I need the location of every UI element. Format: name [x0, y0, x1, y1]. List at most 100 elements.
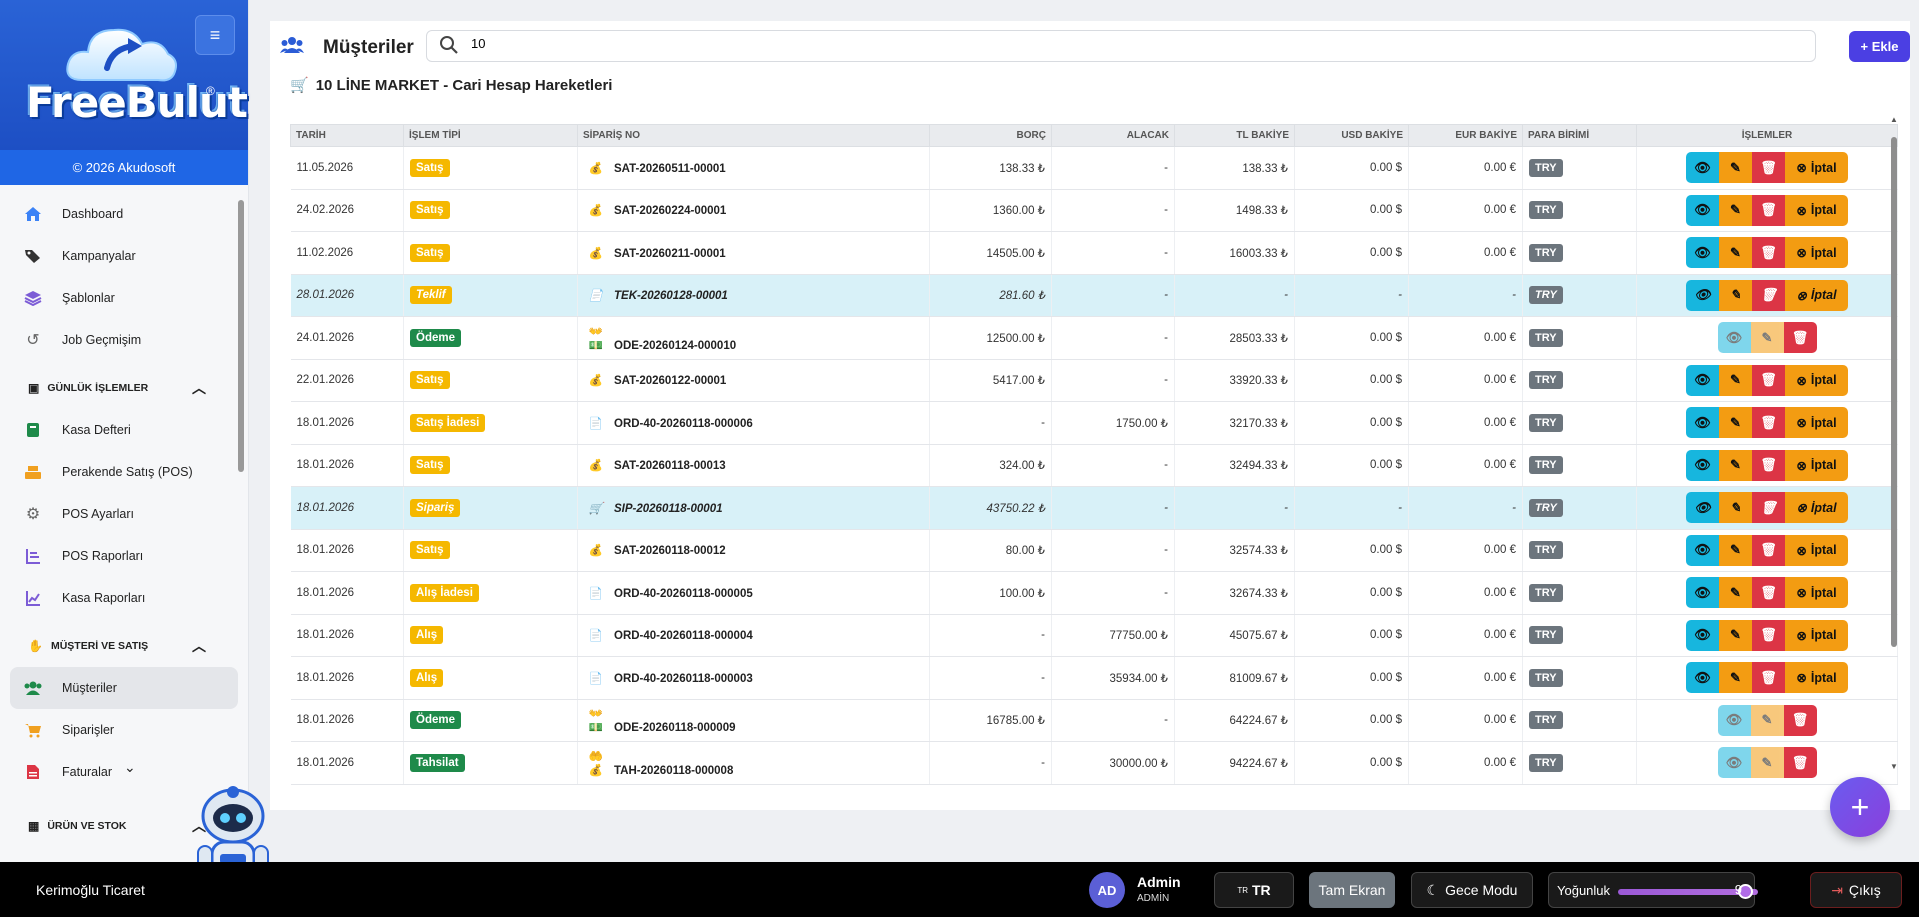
section-musteri-ve-satis[interactable]: ✋ MÜŞTERİ VE SATIŞ ︿ — [0, 625, 248, 667]
view-button[interactable]: 👁 — [1686, 407, 1719, 439]
view-button[interactable]: 👁 — [1717, 704, 1751, 736]
menu-toggle-button[interactable]: ≡ — [195, 15, 235, 55]
order-number[interactable]: ORD-40-20260118-000006 — [614, 418, 753, 430]
sidebar-item-sablonlar[interactable]: Şablonlar — [10, 277, 238, 319]
sidebar-item-kampanyalar[interactable]: Kampanyalar — [10, 235, 238, 277]
scrollbar-thumb[interactable] — [1891, 137, 1897, 647]
col-header[interactable]: EUR BAKİYE — [1408, 124, 1523, 147]
search-input[interactable] — [471, 36, 1771, 51]
edit-button[interactable]: ✎ — [1719, 577, 1752, 609]
chevron-down-icon[interactable]: ⌄ — [124, 759, 136, 776]
avatar[interactable]: AD — [1089, 872, 1125, 908]
view-button[interactable]: 👁 — [1686, 152, 1719, 184]
table-row[interactable]: 18.01.2026 Alış İadesi 📄 ORD-40-20260118-00… — [290, 571, 1898, 615]
cancel-button[interactable]: ⊗ İptal — [1785, 577, 1848, 609]
table-row[interactable]: 18.01.2026 Satış 💰 SAT-20260118-00013 324.00… — [290, 444, 1898, 487]
col-header[interactable]: USD BAKİYE — [1294, 124, 1409, 147]
delete-button[interactable]: 🗑 — [1752, 407, 1785, 439]
delete-button[interactable]: 🗑 — [1752, 237, 1785, 269]
order-number[interactable]: TAH-20260118-000008 — [614, 765, 733, 777]
cancel-button[interactable]: ⊗ İptal — [1785, 619, 1848, 651]
edit-button[interactable]: ✎ — [1719, 662, 1752, 694]
sidebar-item-kasa-raporlari[interactable]: Kasa Raporları — [10, 577, 238, 619]
delete-button[interactable]: 🗑 — [1752, 662, 1785, 694]
edit-button[interactable]: ✎ — [1750, 322, 1784, 354]
delete-button[interactable]: 🗑 — [1752, 534, 1785, 566]
order-number[interactable]: SAT-20260224-00001 — [614, 205, 726, 217]
cancel-button[interactable]: ⊗ İptal — [1785, 449, 1848, 481]
sidebar-item-pos-raporlari[interactable]: POS Raporları — [10, 535, 238, 577]
order-number[interactable]: ODE-20260118-000009 — [614, 722, 736, 734]
cancel-button[interactable]: ⊗ İptal — [1785, 194, 1848, 226]
language-select[interactable]: TR TR — [1214, 872, 1294, 908]
delete-button[interactable]: 🗑 — [1783, 704, 1817, 736]
edit-button[interactable]: ✎ — [1750, 747, 1784, 779]
sidebar-item-job-gecmisim[interactable]: ↺ Job Geçmişim — [10, 319, 238, 361]
logout-button[interactable]: ⇥ Çıkış — [1810, 872, 1902, 908]
add-button[interactable]: + Ekle — [1849, 31, 1910, 62]
edit-button[interactable]: ✎ — [1719, 534, 1752, 566]
edit-button[interactable]: ✎ — [1719, 152, 1752, 184]
sidebar-item-dashboard[interactable]: Dashboard — [10, 193, 238, 235]
edit-button[interactable]: ✎ — [1719, 237, 1752, 269]
order-number[interactable]: SAT-20260118-00012 — [614, 545, 726, 557]
cancel-button[interactable]: ⊗ İptal — [1785, 492, 1848, 524]
user-info[interactable]: AD Admin ADMİN — [1089, 872, 1181, 908]
delete-button[interactable]: 🗑 — [1783, 322, 1817, 354]
scroll-up-icon[interactable]: ▲ — [1890, 115, 1898, 124]
edit-button[interactable]: ✎ — [1750, 704, 1784, 736]
cancel-button[interactable]: ⊗ İptal — [1785, 534, 1848, 566]
col-header[interactable]: TARİH — [290, 124, 404, 147]
view-button[interactable]: 👁 — [1686, 364, 1719, 396]
table-row[interactable]: 18.01.2026 Tahsilat 🤲💰 TAH-20260118-000008 -… — [290, 741, 1898, 785]
cancel-button[interactable]: ⊗ İptal — [1785, 152, 1848, 184]
order-number[interactable]: SAT-20260122-00001 — [614, 375, 726, 387]
view-button[interactable]: 👁 — [1717, 747, 1751, 779]
order-number[interactable]: SAT-20260211-00001 — [614, 248, 726, 260]
delete-button[interactable]: 🗑 — [1752, 449, 1785, 481]
view-button[interactable]: 👁 — [1686, 534, 1719, 566]
edit-button[interactable]: ✎ — [1719, 364, 1752, 396]
floating-add-button[interactable]: + — [1830, 777, 1890, 837]
edit-button[interactable]: ✎ — [1719, 407, 1752, 439]
delete-button[interactable]: 🗑 — [1752, 194, 1785, 226]
table-row[interactable]: 18.01.2026 Satış İadesi 📄 ORD-40-20260118-0… — [290, 401, 1898, 445]
order-number[interactable]: SAT-20260511-00001 — [614, 163, 726, 175]
view-button[interactable]: 👁 — [1686, 662, 1719, 694]
table-row[interactable]: 11.05.2026 Satış 💰 SAT-20260511-00001 138.33… — [290, 146, 1898, 190]
delete-button[interactable]: 🗑 — [1752, 619, 1785, 651]
cancel-button[interactable]: ⊗ İptal — [1785, 407, 1848, 439]
table-row[interactable]: 11.02.2026 Satış 💰 SAT-20260211-00001 14505.… — [290, 231, 1898, 275]
order-number[interactable]: TEK-20260128-00001 — [614, 290, 728, 302]
night-mode-button[interactable]: ☾ Gece Modu — [1411, 872, 1533, 908]
col-header[interactable]: İŞLEMLER — [1636, 124, 1898, 147]
sidebar-item-kasa-defteri[interactable]: Kasa Defteri — [10, 409, 238, 451]
sidebar-scrollbar[interactable] — [238, 200, 244, 472]
order-number[interactable]: SIP-20260118-00001 — [614, 503, 723, 515]
scroll-down-icon[interactable]: ▼ — [1890, 762, 1898, 771]
table-scrollbar[interactable]: ▲ ▼ — [1890, 115, 1898, 771]
delete-button[interactable]: 🗑 — [1752, 152, 1785, 184]
section-gunluk-islemler[interactable]: ▣ GÜNLÜK İŞLEMLER ︿ — [0, 367, 248, 409]
view-button[interactable]: 👁 — [1686, 492, 1719, 524]
delete-button[interactable]: 🗑 — [1752, 364, 1785, 396]
view-button[interactable]: 👁 — [1717, 322, 1751, 354]
order-number[interactable]: ODE-20260124-000010 — [614, 340, 736, 352]
sidebar-item-siparisler[interactable]: Siparişler — [10, 709, 238, 751]
table-row[interactable]: 22.01.2026 Satış 💰 SAT-20260122-00001 5417.0… — [290, 359, 1898, 402]
table-row[interactable]: 18.01.2026 Sipariş 🛒 SIP-20260118-00001 4375… — [290, 486, 1898, 530]
view-button[interactable]: 👁 — [1686, 279, 1719, 311]
sidebar-item-pos[interactable]: Perakende Satış (POS) — [10, 451, 238, 493]
table-row[interactable]: 24.01.2026 Ödeme 👐💵 ODE-20260124-000010 1250… — [290, 316, 1898, 360]
table-row[interactable]: 28.01.2026 Teklif 📄 TEK-20260128-00001 281.6… — [290, 274, 1898, 317]
sidebar-item-musteriler[interactable]: Müşteriler — [10, 667, 238, 709]
cancel-button[interactable]: ⊗ İptal — [1785, 662, 1848, 694]
edit-button[interactable]: ✎ — [1719, 449, 1752, 481]
delete-button[interactable]: 🗑 — [1752, 577, 1785, 609]
fullscreen-button[interactable]: Tam Ekran — [1309, 872, 1395, 908]
table-row[interactable]: 18.01.2026 Alış 📄 ORD-40-20260118-000003 -35… — [290, 656, 1898, 700]
view-button[interactable]: 👁 — [1686, 619, 1719, 651]
edit-button[interactable]: ✎ — [1719, 279, 1752, 311]
view-button[interactable]: 👁 — [1686, 237, 1719, 269]
col-header[interactable]: BORÇ — [929, 124, 1052, 147]
